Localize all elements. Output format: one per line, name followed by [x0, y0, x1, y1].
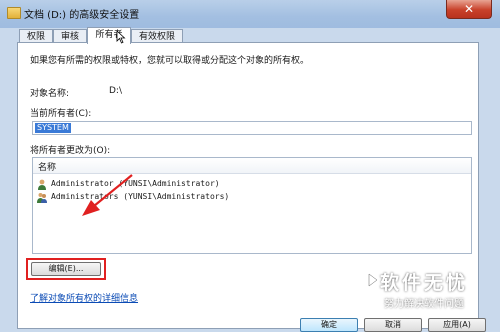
object-name-label: 对象名称:: [30, 89, 70, 99]
current-owner-value: SYSTEM: [35, 123, 71, 133]
edit-button-highlight: 编辑(E)...: [26, 258, 106, 280]
change-owner-label: 将所有者更改为(O):: [30, 146, 111, 156]
apply-button[interactable]: 应用(A): [428, 318, 486, 332]
edit-button[interactable]: 编辑(E)...: [31, 262, 101, 276]
mouse-cursor-icon: [116, 30, 126, 44]
learn-more-link[interactable]: 了解对象所有权的详细信息: [30, 291, 138, 304]
watermark-subtitle: 努力解决软件问题: [384, 299, 464, 310]
folder-icon: [7, 7, 21, 19]
user-icon: [38, 179, 46, 190]
intro-text: 如果您有所需的权限或特权，您就可以取得或分配这个对象的所有权。: [30, 56, 310, 66]
tab-auditing[interactable]: 审核: [53, 29, 87, 43]
window-title: 文档 (D:) 的高级安全设置: [24, 10, 140, 21]
watermark: 软件无忧 努力解决软件问题: [368, 268, 495, 318]
tab-effective-permissions[interactable]: 有效权限: [131, 29, 183, 43]
title-bar: 文档 (D:) 的高级安全设置 ✕: [0, 0, 500, 28]
annotation-arrow-icon: [82, 174, 133, 216]
current-owner-label: 当前所有者(C):: [30, 109, 92, 119]
close-button[interactable]: ✕: [446, 0, 492, 19]
column-name-header: 名称: [38, 163, 57, 173]
object-name-value: D:\: [109, 86, 122, 96]
current-owner-field[interactable]: SYSTEM: [32, 121, 472, 135]
cancel-button[interactable]: 取消: [364, 318, 422, 332]
tab-permissions[interactable]: 权限: [19, 29, 53, 43]
ok-button[interactable]: 确定: [300, 318, 358, 332]
group-icon: [37, 193, 47, 203]
watermark-logo-icon: [368, 273, 378, 287]
watermark-title: 软件无忧: [380, 272, 469, 294]
